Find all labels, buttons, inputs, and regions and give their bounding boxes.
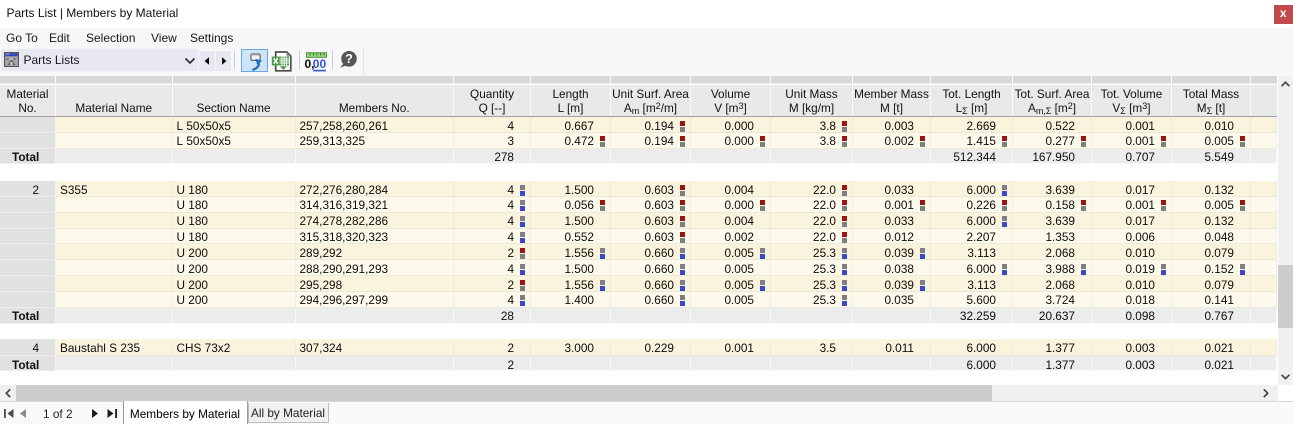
svg-text:00: 00	[313, 57, 327, 71]
svg-text:?: ?	[345, 52, 353, 66]
